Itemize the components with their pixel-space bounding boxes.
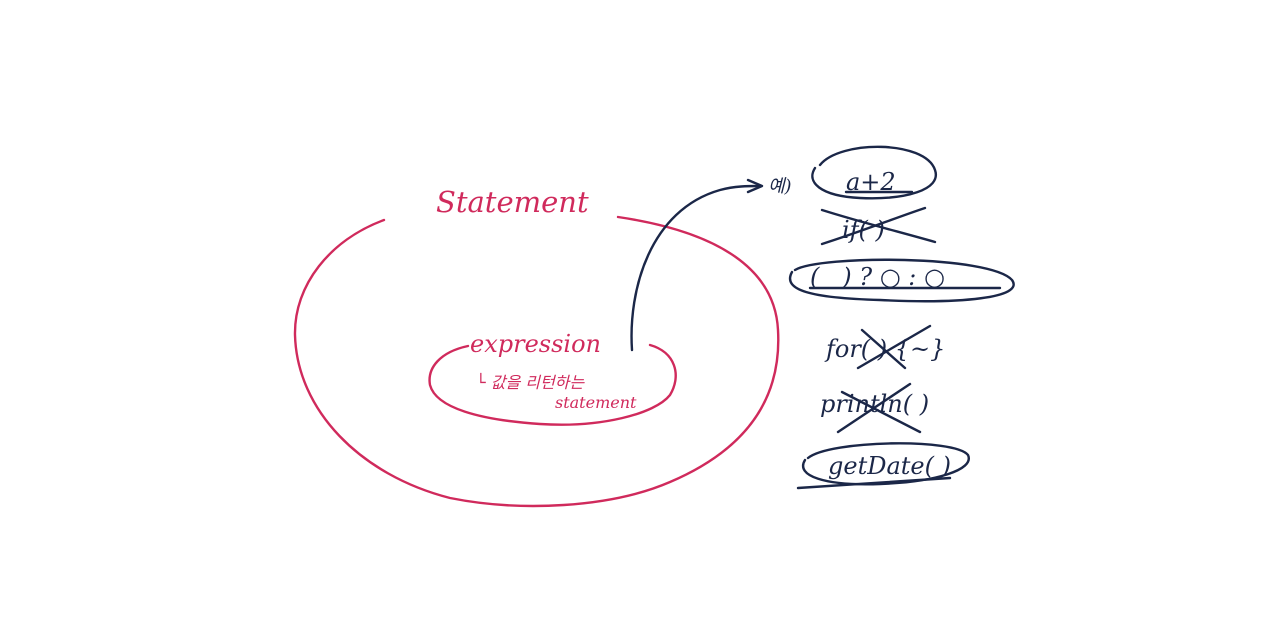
diagram-canvas: Statement expression └ 값을 리턴하는 statement… — [293, 145, 1015, 508]
example-marker: 예) — [768, 176, 792, 197]
example-item-5: println( ) — [820, 390, 929, 418]
example-item-6: getDate( ) — [828, 452, 951, 480]
expression-note-line1: └ 값을 리턴하는 — [476, 372, 585, 392]
statement-ellipse — [293, 215, 780, 508]
statement-label: Statement — [436, 185, 589, 219]
connector-arrow — [630, 184, 762, 352]
expression-note-line2: statement — [555, 393, 637, 412]
expression-label: expression — [470, 330, 601, 358]
